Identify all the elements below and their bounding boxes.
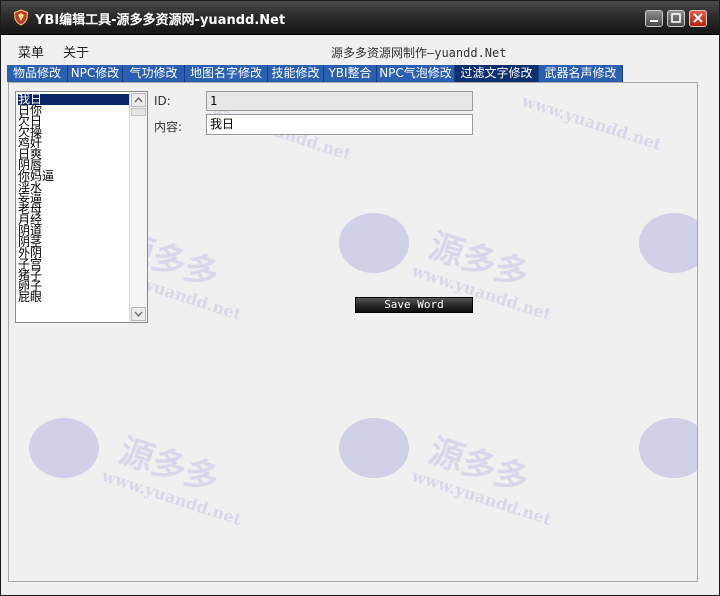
minimize-button[interactable]: [645, 10, 663, 27]
menu-caption: 源多多资源网制作—yuandd.Net: [331, 46, 507, 60]
tab-item-edit[interactable]: 物品修改: [7, 65, 68, 82]
tab-npc-bubble-edit[interactable]: NPC气泡修改: [377, 65, 455, 82]
menu-about[interactable]: 关于: [63, 42, 89, 61]
tab-skill-edit[interactable]: 技能修改: [268, 65, 324, 82]
maximize-button[interactable]: [667, 10, 685, 27]
menu-bar: 菜单 关于 源多多资源网制作—yuandd.Net: [1, 36, 719, 64]
menu-main[interactable]: 菜单: [18, 42, 44, 61]
list-scrollbar[interactable]: [129, 92, 147, 322]
tab-map-name-edit[interactable]: 地图名字修改: [185, 65, 268, 82]
tab-filter-text-edit[interactable]: 过滤文字修改: [455, 65, 539, 82]
scroll-down-button[interactable]: [131, 307, 146, 321]
scroll-thumb[interactable]: [131, 108, 146, 116]
minimize-icon: [650, 20, 658, 22]
maximize-icon: [671, 13, 681, 23]
id-field: 1: [206, 91, 473, 111]
scroll-up-button[interactable]: [131, 93, 146, 107]
tab-qigong-edit[interactable]: 气功修改: [123, 65, 185, 82]
content-input[interactable]: 我日: [206, 114, 473, 135]
save-word-button[interactable]: Save Word: [355, 297, 473, 313]
chevron-down-icon: [134, 311, 143, 318]
tab-weapon-fame-edit[interactable]: 武器名声修改: [539, 65, 623, 82]
close-icon: [693, 13, 703, 23]
window-title: YBI编辑工具-源多多资源网-yuandd.Net: [35, 13, 286, 28]
tab-npc-edit[interactable]: NPC修改: [68, 65, 123, 82]
tab-ybi-merge[interactable]: YBI整合: [324, 65, 377, 82]
content-label: 内容:: [154, 120, 183, 134]
filter-text-panel: 源多多 www.yuandd.net 源多多 www.yuandd.net ww…: [8, 82, 698, 582]
close-button[interactable]: [689, 10, 707, 27]
chevron-up-icon: [134, 96, 143, 103]
id-label: ID:: [154, 94, 171, 108]
shield-icon: [13, 9, 29, 26]
filter-word-list[interactable]: 我日 日你 欠日 欠操 鸡奸 日爽 阴唇 你妈逼 淫水 妄逼 老母 月经 阴道 …: [15, 91, 148, 323]
app-window: YBI编辑工具-源多多资源网-yuandd.Net 菜单 关于 源多多资源网制作…: [0, 0, 720, 596]
list-item[interactable]: 屁眼: [18, 291, 130, 303]
title-bar[interactable]: YBI编辑工具-源多多资源网-yuandd.Net: [1, 1, 719, 35]
